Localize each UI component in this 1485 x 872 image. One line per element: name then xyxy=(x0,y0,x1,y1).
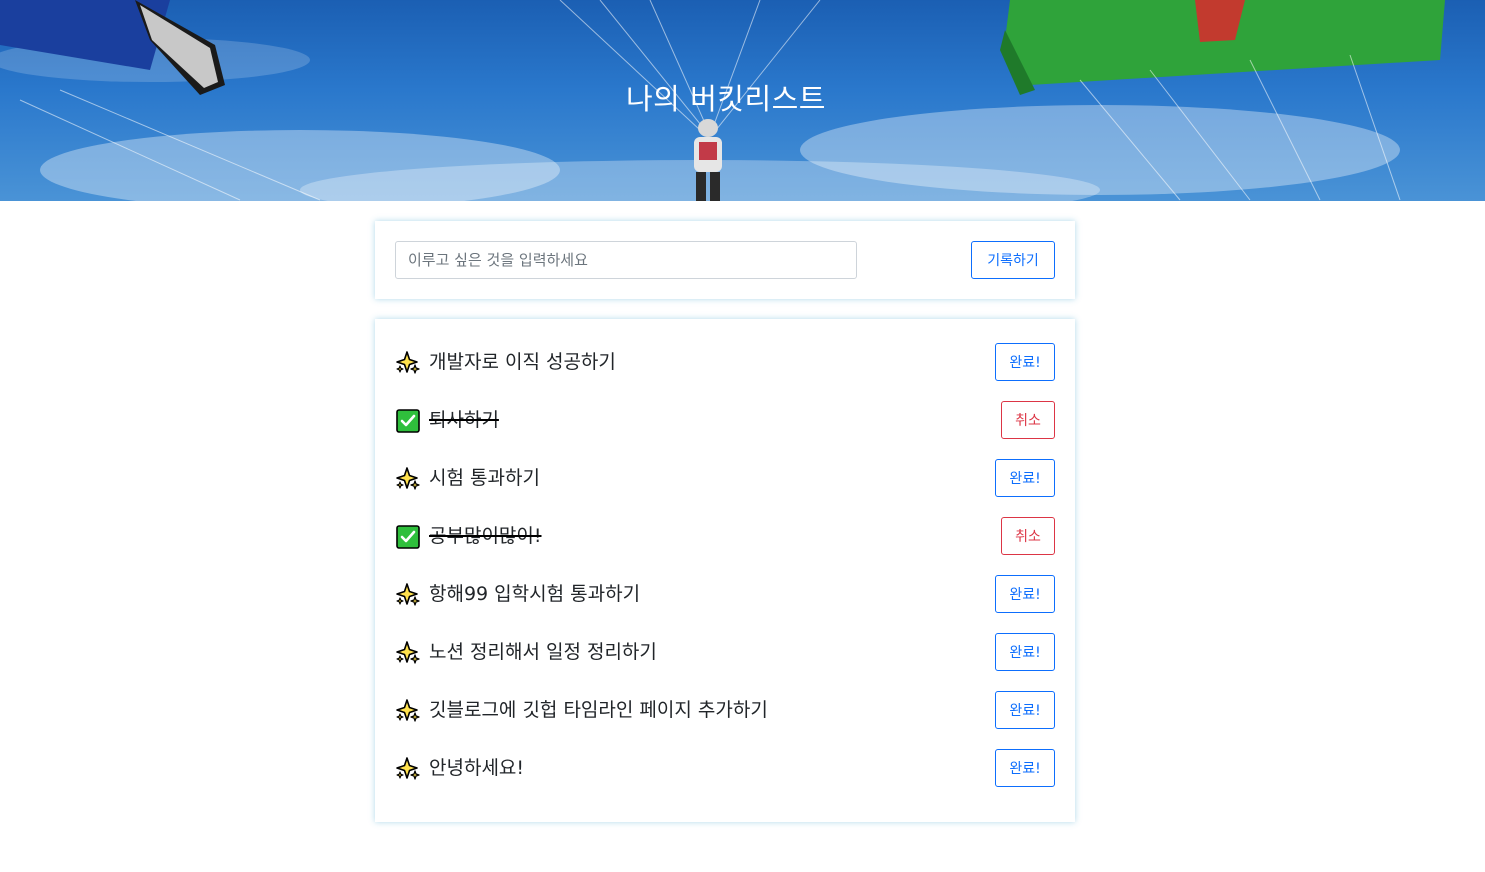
sparkles-icon xyxy=(395,640,421,666)
list-item: 항해99 입학시험 통과하기 완료! xyxy=(395,575,1055,613)
list-item-label: 항해99 입학시험 통과하기 xyxy=(429,583,641,605)
sparkles-icon xyxy=(395,350,421,376)
sparkles-icon xyxy=(395,698,421,724)
list-item: 깃블로그에 깃헙 타임라인 페이지 추가하기 완료! xyxy=(395,691,1055,729)
list-item: 노션 정리해서 일정 정리하기 완료! xyxy=(395,633,1055,671)
check-mark-icon xyxy=(395,408,421,434)
complete-button[interactable]: 완료! xyxy=(995,575,1055,613)
sparkles-icon xyxy=(395,756,421,782)
cancel-button[interactable]: 취소 xyxy=(1001,517,1055,555)
list-item: 시험 통과하기 완료! xyxy=(395,459,1055,497)
complete-button[interactable]: 완료! xyxy=(995,343,1055,381)
wish-form-card: 기록하기 xyxy=(375,221,1075,299)
hero-banner: 나의 버킷리스트 xyxy=(0,0,1485,201)
complete-button[interactable]: 완료! xyxy=(995,691,1055,729)
cancel-button[interactable]: 취소 xyxy=(1001,401,1055,439)
list-item: 안녕하세요! 완료! xyxy=(395,749,1055,787)
bucket-list-card: 개발자로 이직 성공하기 완료! 퇴사하기 취소 시험 통과하기 완료! 공부많이많이! 취소… xyxy=(375,319,1075,822)
complete-button[interactable]: 완료! xyxy=(995,633,1055,671)
sparkles-icon xyxy=(395,466,421,492)
list-item: 공부많이많이! 취소 xyxy=(395,517,1055,555)
wish-input[interactable] xyxy=(395,241,857,279)
sparkles-icon xyxy=(395,582,421,608)
page-title: 나의 버킷리스트 xyxy=(626,82,826,116)
check-mark-icon xyxy=(395,524,421,550)
list-item: 개발자로 이직 성공하기 완료! xyxy=(395,343,1055,381)
record-button[interactable]: 기록하기 xyxy=(971,241,1055,279)
list-item-label: 시험 통과하기 xyxy=(429,467,540,489)
list-item-label: 퇴사하기 xyxy=(429,409,499,431)
list-item-label: 공부많이많이! xyxy=(429,525,542,547)
list-item-label: 깃블로그에 깃헙 타임라인 페이지 추가하기 xyxy=(429,699,768,721)
list-item-label: 개발자로 이직 성공하기 xyxy=(429,351,616,373)
complete-button[interactable]: 완료! xyxy=(995,459,1055,497)
list-item-label: 안녕하세요! xyxy=(429,757,525,779)
complete-button[interactable]: 완료! xyxy=(995,749,1055,787)
list-item: 퇴사하기 취소 xyxy=(395,401,1055,439)
list-item-label: 노션 정리해서 일정 정리하기 xyxy=(429,641,657,663)
